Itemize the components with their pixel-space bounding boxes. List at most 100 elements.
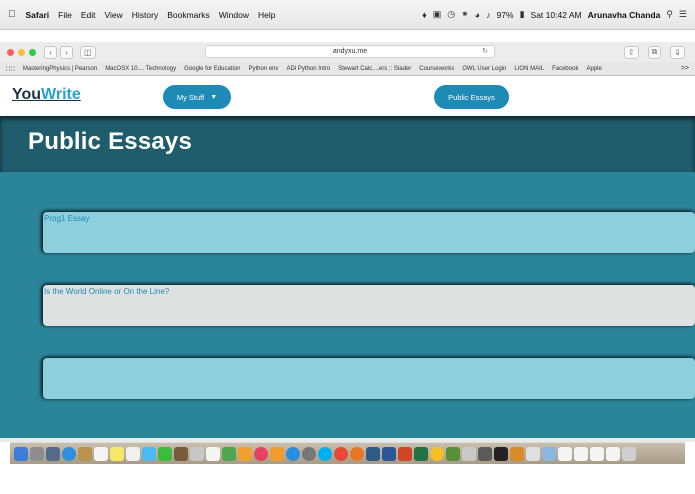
bookmarks-bar: ∷∷ MasteringPhysics | Pearson MacOSX 10.… [0,62,695,76]
document-icon[interactable] [558,446,572,461]
document-icon[interactable] [574,446,588,461]
app-icon[interactable] [478,446,492,461]
wifi-icon[interactable]: ◕ [475,10,480,20]
excel-icon[interactable] [414,446,428,461]
menu-bookmarks[interactable]: Bookmarks [167,10,210,20]
bookmark-item[interactable]: LION MAIL [514,66,544,72]
keynote-icon[interactable] [238,446,252,461]
essay-card[interactable]: Prog1 Essay [43,212,695,253]
preview-icon[interactable] [462,446,476,461]
youwrite-logo[interactable]: YouWrite [12,86,81,104]
my-stuff-dropdown-button[interactable]: My Stuff ▼ [163,85,231,109]
user-name[interactable]: Arunavha Chanda [588,10,661,20]
calendar-icon[interactable] [94,446,108,461]
menu-edit[interactable]: Edit [81,10,96,20]
bookmark-item[interactable]: MasteringPhysics | Pearson [23,66,97,72]
zoom-window-icon[interactable] [29,48,36,56]
ibooks-icon[interactable] [270,446,284,461]
bookmark-item[interactable]: Stewart Calc....ers :: Slader [338,66,411,72]
volume-icon[interactable]: ♪ [486,10,491,20]
sidebar-toggle-icon[interactable]: ◫ [80,45,96,59]
launchpad-icon[interactable] [30,446,44,461]
site-header: YouWrite My Stuff ▼ Public Essays [0,77,695,116]
menu-file[interactable]: File [58,10,72,20]
bookmarks-overflow-button[interactable]: >> [681,65,689,72]
finder-icon[interactable] [14,446,28,461]
public-essays-label: Public Essays [448,92,495,102]
mission-control-icon[interactable] [46,446,60,461]
apple-menu-icon[interactable]:  [8,9,16,20]
document-icon[interactable] [606,446,620,461]
forward-button[interactable]: › [60,45,73,59]
bookmark-item[interactable]: Facebook [552,66,578,72]
safari-icon[interactable] [62,446,76,461]
itunes-icon[interactable] [254,446,268,461]
facetime-icon[interactable] [158,446,172,461]
menu-app-name[interactable]: Safari [26,10,50,20]
my-stuff-label: My Stuff [176,92,205,102]
bookmark-item[interactable]: OWL User Login [462,66,506,72]
menu-history[interactable]: History [132,10,158,20]
app-icon[interactable] [366,446,380,461]
bluetooth-icon[interactable]: ⁕ [461,9,469,20]
clock[interactable]: Sat 10:42 AM [531,10,582,20]
messages-icon[interactable] [142,446,156,461]
app-icon[interactable] [446,446,460,461]
notification-bell-icon[interactable]: ♦ [422,10,427,20]
chrome-icon[interactable] [334,446,348,461]
word-icon[interactable] [382,446,396,461]
screen-bottom-margin [0,464,695,494]
document-icon[interactable] [590,446,604,461]
address-bar[interactable]: andyxu.me ↻ [205,45,495,58]
bookmark-item[interactable]: Google for Education [184,66,240,72]
powerpoint-icon[interactable] [398,446,412,461]
minimize-window-icon[interactable] [18,48,25,56]
share-icon[interactable]: ⇧ [623,45,639,59]
contacts-icon[interactable] [78,446,92,461]
app-store-icon[interactable] [286,446,300,461]
bookmark-item[interactable]: Apple [586,66,601,72]
battery-percent[interactable]: 97% [497,10,514,20]
notes-icon[interactable] [110,446,124,461]
menu-help[interactable]: Help [258,10,275,20]
bookmark-item[interactable]: ADi Python Intro [287,66,331,72]
photo-booth-icon[interactable] [174,446,188,461]
bookmark-item[interactable]: MacOSX 10.... Technology [105,66,176,72]
terminal-icon[interactable] [494,446,508,461]
close-window-icon[interactable] [7,48,14,56]
trash-icon[interactable] [622,446,636,461]
system-preferences-icon[interactable] [302,446,316,461]
app-icon[interactable] [526,446,540,461]
downloads-icon[interactable]: ⇓ [670,45,685,59]
app-icon[interactable] [542,446,556,461]
spotlight-search-icon[interactable]: ⚲ [666,9,673,20]
dropbox-icon[interactable]: ▣ [433,9,442,20]
bookmark-item[interactable]: Python env [249,66,279,72]
notification-center-icon[interactable]: ☰ [679,9,687,20]
essay-title[interactable]: Is the World Online or On the Line? [44,287,169,296]
pages-icon[interactable] [206,446,220,461]
essay-card[interactable] [43,358,695,399]
bookmark-item[interactable]: Courseworks [419,66,454,72]
public-essays-button[interactable]: Public Essays [434,85,509,109]
essay-title[interactable]: Prog1 Essay [44,214,89,223]
reload-icon[interactable]: ↻ [482,46,488,58]
firefox-icon[interactable] [350,446,364,461]
top-sites-grid-icon[interactable]: ∷∷ [6,65,15,73]
numbers-icon[interactable] [222,446,236,461]
app-icon[interactable] [430,446,444,461]
url-text: andyxu.me [332,48,368,55]
logo-you: You [12,86,42,103]
app-icon[interactable] [510,446,524,461]
menu-window[interactable]: Window [219,10,249,20]
battery-icon[interactable]: ▮ [520,9,525,20]
back-button[interactable]: ‹ [44,45,57,59]
photos-icon[interactable] [190,446,204,461]
time-machine-icon[interactable]: ◷ [447,9,455,20]
skype-icon[interactable] [318,446,332,461]
menu-view[interactable]: View [104,10,122,20]
essay-card[interactable]: Is the World Online or On the Line? [43,285,695,326]
reminders-icon[interactable] [126,446,140,461]
chevron-down-icon: ▼ [210,93,218,101]
tabs-overview-icon[interactable]: ⧉ [647,45,662,59]
